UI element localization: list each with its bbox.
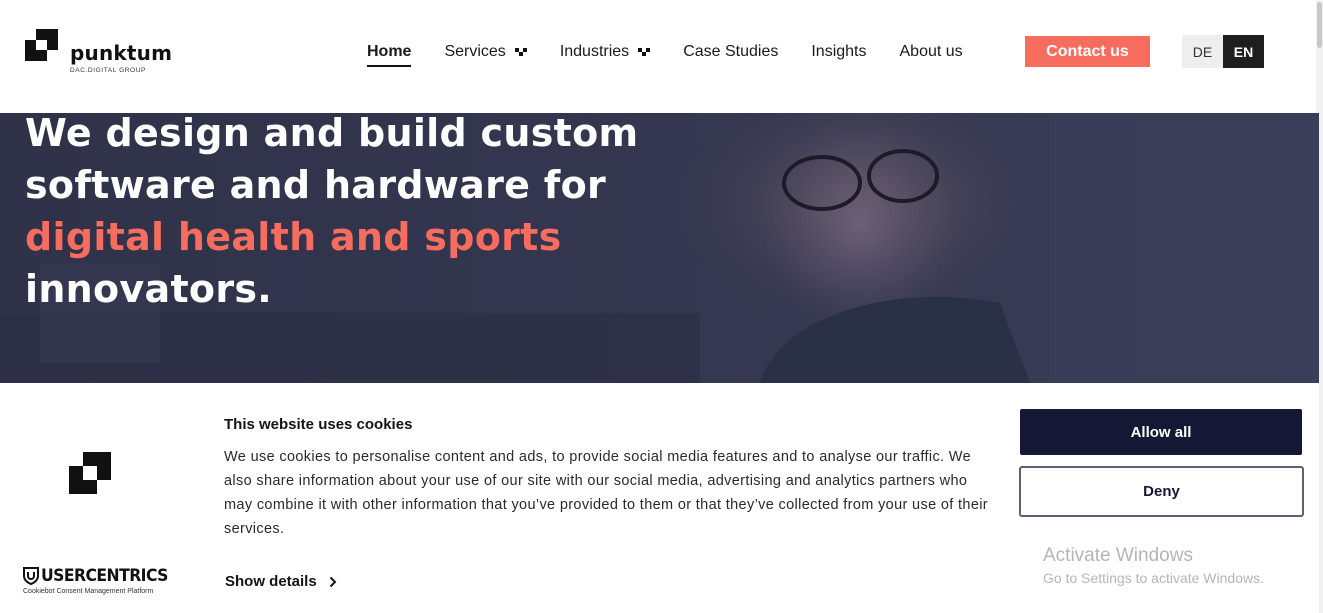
hero-line-accent: digital health and sports <box>25 215 562 259</box>
nav-insights[interactable]: Insights <box>811 43 866 61</box>
main-nav: Home Services Industries Case Studies In… <box>367 40 996 67</box>
windows-activation-watermark: Activate Windows Go to Settings to activ… <box>1043 545 1264 586</box>
chevron-down-icon <box>514 48 527 56</box>
hero-line-4: innovators. <box>25 267 273 311</box>
activate-windows-subtitle: Go to Settings to activate Windows. <box>1043 570 1264 586</box>
punktum-logo-icon <box>69 452 111 494</box>
nav-case-studies-label: Case Studies <box>683 43 779 60</box>
chevron-down-icon <box>638 48 651 56</box>
usercentrics-name: USERCENTRICS <box>41 566 168 586</box>
nav-industries[interactable]: Industries <box>559 43 651 61</box>
nav-industries-label: Industries <box>559 43 630 60</box>
activate-windows-title: Activate Windows <box>1043 545 1193 566</box>
contact-us-button[interactable]: Contact us <box>1025 36 1150 67</box>
cookie-description: We use cookies to personalise content an… <box>224 449 988 537</box>
site-header: punktum DAC.DIGITAL GROUP Home Services … <box>0 0 1316 113</box>
nav-case-studies[interactable]: Case Studies <box>683 43 778 61</box>
deny-button[interactable]: Deny <box>1019 466 1304 517</box>
nav-home-label: Home <box>367 43 412 60</box>
cookie-banner: USERCENTRICS Cookiebot Consent Managemen… <box>0 383 1319 613</box>
lang-de-button[interactable]: DE <box>1182 35 1223 68</box>
hero-line-1: We design and build custom <box>25 113 639 155</box>
language-switcher: DE EN <box>1182 35 1264 68</box>
logo-wordmark: punktum <box>70 41 173 65</box>
nav-services[interactable]: Services <box>444 43 527 61</box>
scrollbar-thumb[interactable] <box>1317 2 1322 48</box>
usercentrics-subtext: Cookiebot Consent Management Platform <box>23 588 154 595</box>
hero-line-2: software and hardware for <box>25 163 607 207</box>
usercentrics-logo[interactable]: USERCENTRICS Cookiebot Consent Managemen… <box>23 566 168 598</box>
hero-headline: We design and build custom software and … <box>25 113 785 315</box>
nav-about-us-label: About us <box>899 43 963 60</box>
show-details-label: Show details <box>225 573 317 590</box>
nav-insights-label: Insights <box>811 43 867 60</box>
punktum-logo-icon <box>25 29 58 61</box>
cookie-title: This website uses cookies <box>224 416 413 433</box>
nav-services-label: Services <box>444 43 506 60</box>
lang-en-button[interactable]: EN <box>1223 35 1264 68</box>
punktum-logo[interactable]: punktum DAC.DIGITAL GROUP <box>25 29 195 79</box>
nav-about-us[interactable]: About us <box>900 43 963 61</box>
chevron-right-icon <box>329 576 337 587</box>
logo-subtext: DAC.DIGITAL GROUP <box>70 67 146 74</box>
show-details-link[interactable]: Show details <box>225 573 337 590</box>
nav-home[interactable]: Home <box>367 43 412 67</box>
usercentrics-shield-icon <box>23 567 39 585</box>
allow-all-button[interactable]: Allow all <box>1020 409 1302 455</box>
hero-section: We design and build custom software and … <box>0 113 1319 383</box>
